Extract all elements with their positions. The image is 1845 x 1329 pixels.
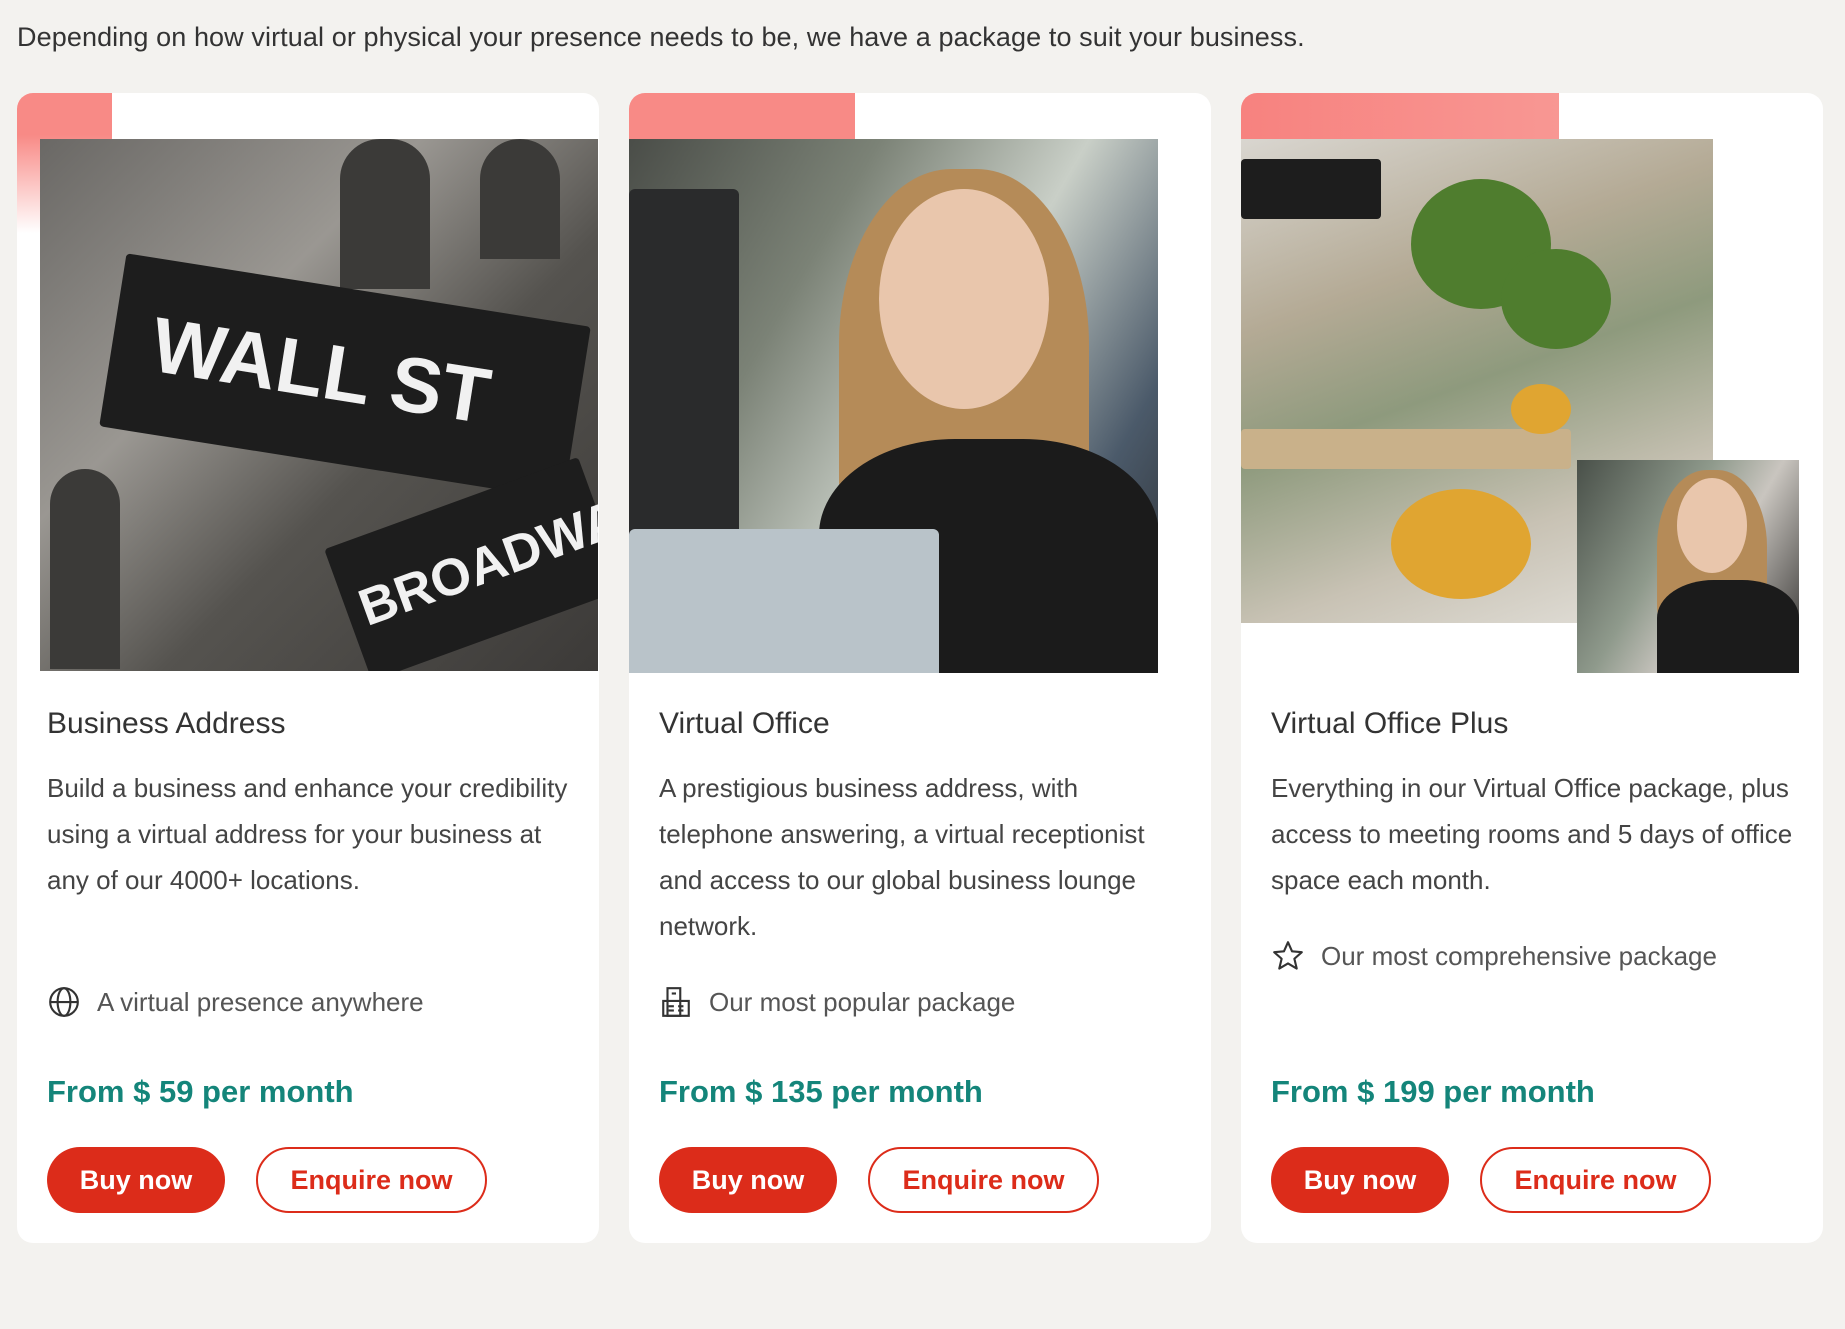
person-face-shape — [879, 189, 1049, 409]
card-description: Everything in our Virtual Office package… — [1271, 773, 1793, 895]
card-description: Build a business and enhance your credib… — [47, 773, 568, 895]
card-price: From $ 199 per month — [1271, 1074, 1595, 1109]
pouf-shape — [1511, 384, 1571, 434]
card-feature: Our most comprehensive package — [1271, 939, 1717, 973]
desk-screen-shape — [629, 529, 939, 673]
receptionist-photo — [629, 139, 1158, 673]
broadway-sign: BROADWAY — [324, 457, 598, 671]
card-feature: Our most popular package — [659, 985, 1015, 1019]
feature-label: A virtual presence anywhere — [97, 986, 424, 1017]
building-window — [480, 139, 560, 259]
wall-street-sign-photo: WALL ST BROADWAY — [40, 139, 598, 671]
buy-now-button[interactable]: Buy now — [1271, 1147, 1449, 1213]
person-face-shape — [1677, 478, 1747, 573]
intro-text: Depending on how virtual or physical you… — [17, 22, 1305, 52]
globe-icon — [49, 987, 79, 1017]
card-description: A prestigious business address, with tel… — [659, 773, 1145, 941]
enquire-now-button[interactable]: Enquire now — [256, 1147, 487, 1213]
card-feature: A virtual presence anywhere — [47, 985, 424, 1019]
building-window — [340, 139, 430, 289]
table-shape — [1241, 429, 1571, 469]
feature-label: Our most popular package — [709, 986, 1016, 1017]
pouf-shape — [1391, 489, 1531, 599]
wall-st-sign: WALL ST — [99, 253, 591, 500]
wall-st-sign — [1241, 159, 1381, 219]
building-icon — [662, 987, 690, 1017]
buy-now-button[interactable]: Buy now — [47, 1147, 225, 1213]
person-body-shape — [1657, 580, 1799, 673]
plant-shape — [1501, 249, 1611, 349]
card-title: Virtual Office — [659, 707, 830, 740]
buy-now-button[interactable]: Buy now — [659, 1147, 837, 1213]
card-price: From $ 59 per month — [47, 1074, 354, 1109]
card-title: Business Address — [47, 707, 286, 740]
feature-label: Our most comprehensive package — [1321, 940, 1717, 971]
card-accent — [1241, 93, 1559, 139]
receptionist-inset-photo — [1577, 460, 1799, 673]
package-card-business-address: WALL ST BROADWAY Business Address Build … — [17, 93, 599, 1243]
package-card-virtual-office: Virtual Office A prestigious business ad… — [629, 93, 1211, 1243]
enquire-now-button[interactable]: Enquire now — [1480, 1147, 1711, 1213]
card-price: From $ 135 per month — [659, 1074, 983, 1109]
package-card-virtual-office-plus: Virtual Office Plus Everything in our Vi… — [1241, 93, 1823, 1243]
building-window — [50, 469, 120, 669]
star-icon — [1273, 941, 1303, 970]
card-accent — [629, 93, 855, 139]
monitor-shape — [629, 189, 739, 579]
card-title: Virtual Office Plus — [1271, 707, 1509, 740]
enquire-now-button[interactable]: Enquire now — [868, 1147, 1099, 1213]
